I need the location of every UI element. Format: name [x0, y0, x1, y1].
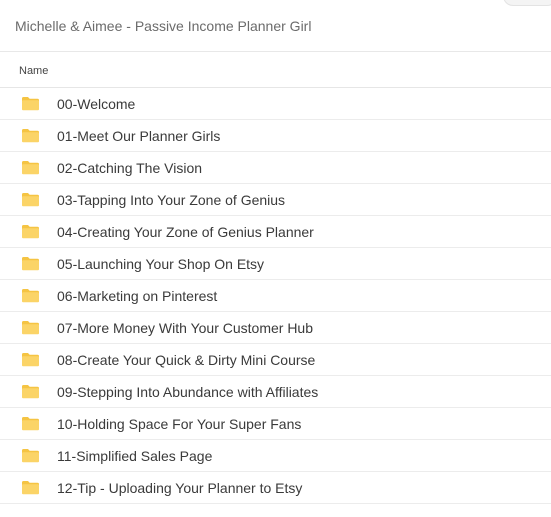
folder-icon — [22, 385, 39, 399]
folder-row[interactable]: 11-Simplified Sales Page — [0, 440, 551, 472]
folder-icon — [22, 289, 39, 303]
title-bar: Michelle & Aimee - Passive Income Planne… — [0, 0, 551, 52]
folder-name: 10-Holding Space For Your Super Fans — [57, 416, 302, 432]
folder-row[interactable]: 08-Create Your Quick & Dirty Mini Course — [0, 344, 551, 376]
folder-icon — [22, 161, 39, 175]
folder-row[interactable]: 00-Welcome — [0, 88, 551, 120]
name-column-header[interactable]: Name — [19, 65, 48, 77]
folder-icon — [22, 129, 39, 143]
folder-icon — [22, 257, 39, 271]
folder-icon — [22, 481, 39, 495]
folder-name: 11-Simplified Sales Page — [57, 448, 213, 464]
folder-row[interactable]: 01-Meet Our Planner Girls — [0, 120, 551, 152]
folder-name: 08-Create Your Quick & Dirty Mini Course — [57, 352, 316, 368]
folder-name: 01-Meet Our Planner Girls — [57, 128, 221, 144]
folder-name: 05-Launching Your Shop On Etsy — [57, 256, 265, 272]
folder-row[interactable]: 02-Catching The Vision — [0, 152, 551, 184]
folder-row[interactable]: 12-Tip - Uploading Your Planner to Etsy — [0, 472, 551, 504]
folder-icon — [22, 225, 39, 239]
folder-row[interactable]: 03-Tapping Into Your Zone of Genius — [0, 184, 551, 216]
folder-name: 06-Marketing on Pinterest — [57, 288, 218, 304]
folder-icon — [22, 321, 39, 335]
folder-row[interactable]: 10-Holding Space For Your Super Fans — [0, 408, 551, 440]
folder-row[interactable]: 06-Marketing on Pinterest — [0, 280, 551, 312]
folder-name: 09-Stepping Into Abundance with Affiliat… — [57, 384, 319, 400]
folder-name: 12-Tip - Uploading Your Planner to Etsy — [57, 480, 303, 496]
folder-row[interactable]: 07-More Money With Your Customer Hub — [0, 312, 551, 344]
folder-row[interactable]: 09-Stepping Into Abundance with Affiliat… — [0, 376, 551, 408]
folder-name: 00-Welcome — [57, 96, 136, 112]
folder-name: 07-More Money With Your Customer Hub — [57, 320, 313, 336]
folder-name: 03-Tapping Into Your Zone of Genius — [57, 192, 286, 208]
folder-name: 04-Creating Your Zone of Genius Planner — [57, 224, 314, 240]
folder-icon — [22, 449, 39, 463]
folder-row[interactable]: 04-Creating Your Zone of Genius Planner — [0, 216, 551, 248]
column-header-row: Name — [0, 56, 551, 88]
folder-icon — [22, 97, 39, 111]
folder-row[interactable]: 05-Launching Your Shop On Etsy — [0, 248, 551, 280]
file-list: Name 00-Welcome 01-Meet Our Planner Girl… — [0, 56, 551, 504]
folder-name: 02-Catching The Vision — [57, 160, 203, 176]
folder-icon — [22, 417, 39, 431]
breadcrumb[interactable]: Michelle & Aimee - Passive Income Planne… — [15, 18, 311, 34]
folder-icon — [22, 193, 39, 207]
folder-icon — [22, 353, 39, 367]
